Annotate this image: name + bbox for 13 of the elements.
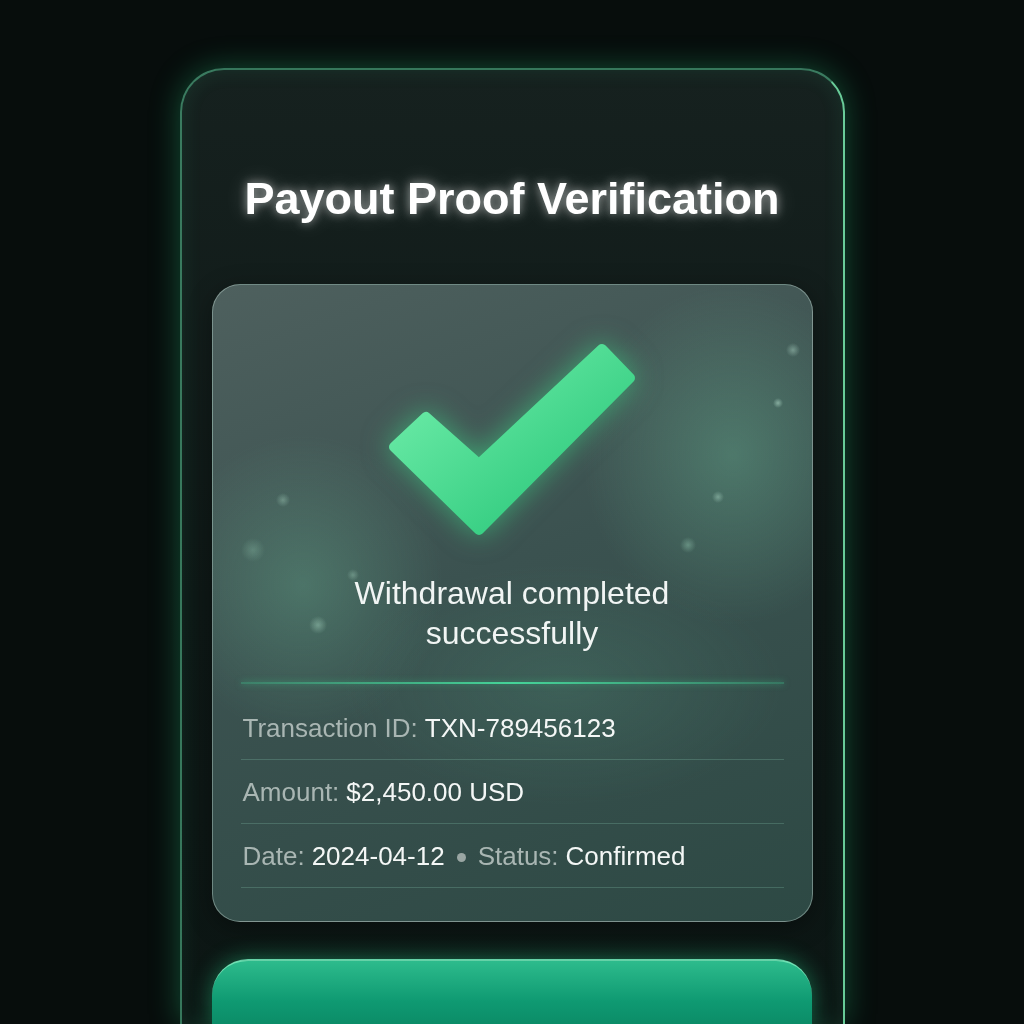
field-label: Date: xyxy=(242,840,305,871)
status-message: Withdrawal completed successfully xyxy=(353,574,671,653)
field-value: $2,450.00 USD xyxy=(346,776,525,807)
bullet-icon xyxy=(456,852,466,862)
field-label: Transaction ID: xyxy=(242,712,418,743)
field-label: Amount: xyxy=(242,776,340,807)
field-value: TXN-789456123 xyxy=(424,712,616,743)
field-value: 2024-04-12 xyxy=(311,840,445,871)
field-label: Status: xyxy=(477,840,559,871)
checkmark-icon xyxy=(387,343,637,537)
action-button[interactable] xyxy=(212,959,812,1024)
screen-title: Payout Proof Verification xyxy=(244,172,780,226)
field-value: Confirmed xyxy=(565,840,686,871)
